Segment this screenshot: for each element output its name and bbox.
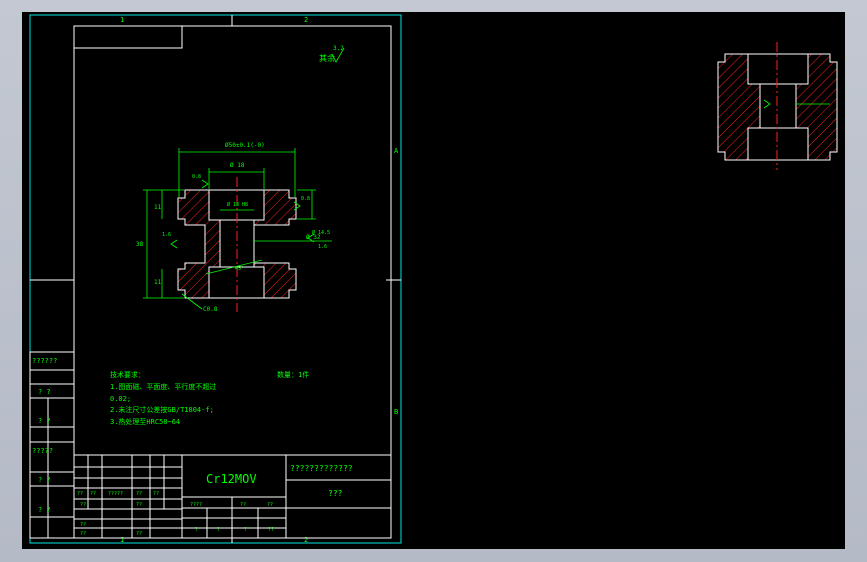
zone-right-a: A xyxy=(394,147,399,155)
dim-right-bore: Ø 14.5 xyxy=(312,229,330,236)
tb-right-r2-c3: ? xyxy=(244,527,247,533)
zone-top-2: 2 xyxy=(304,16,308,24)
tb-r2-c3: ?? xyxy=(136,502,142,508)
note-line-3: 2.未注尺寸公差按GB/T1804-f; xyxy=(110,405,214,414)
dim-left-top: 11 xyxy=(154,204,162,211)
company-label: ????????????? xyxy=(290,464,353,473)
strip-cell-5: ? ? xyxy=(38,476,51,484)
tb-r3-c1: ?? xyxy=(80,522,86,528)
dim-left-bottom: 11 xyxy=(154,279,162,286)
strip-cell-3: ? ? xyxy=(38,417,51,425)
part-preview xyxy=(717,42,838,170)
strip-cell-4: ????? xyxy=(32,447,53,455)
technical-notes: 技术要求： 数量：1件 1.图面磁、平面度、平行度不超过 0.02; 2.未注尺… xyxy=(110,370,309,426)
strip-cell-6: ? ? xyxy=(38,506,51,514)
note-line-2: 0.02; xyxy=(110,395,131,403)
tb-r4-c1: ?? xyxy=(80,531,86,537)
tb-r1-c1: ?? xyxy=(77,491,83,497)
tb-r1-c5: ?? xyxy=(153,491,159,497)
notes-quantity: 数量：1件 xyxy=(277,370,309,379)
roughness-symbol: 其余 3.2 xyxy=(319,45,345,63)
zone-top-1: 1 xyxy=(120,16,124,24)
rough-a: 0.8 xyxy=(192,174,201,180)
tb-r1-c3: ????? xyxy=(108,491,123,497)
tb-r1-c4: ?? xyxy=(136,491,142,497)
tb-right-r2-c1: ? xyxy=(195,527,198,533)
note-line-4: 3.热处理至HRC58~64 xyxy=(110,417,180,426)
tb-r4-c4: ?? xyxy=(136,531,142,537)
dim-top-overall: Ø50±0.1(-0) xyxy=(225,142,265,149)
tb-right-r1-c2: ?? xyxy=(240,502,246,508)
zone-bottom-2: 2 xyxy=(304,536,308,544)
rough-d: 1.6 xyxy=(318,244,327,250)
part-section-view: Ø50±0.1(-0) Ø 18 Ø 18 H8 Ø 32 Ø 14.5 38 … xyxy=(136,142,332,313)
rough-b: 1.6 xyxy=(162,232,171,238)
part-name-label: ??? xyxy=(328,489,343,498)
strip-cell-1: ?????? xyxy=(32,357,57,365)
dim-angle: 45° xyxy=(235,266,244,272)
tb-right-r1-c1: ???? xyxy=(190,502,202,508)
material-label: Cr12MOV xyxy=(206,472,257,486)
rough-c: 0.8 xyxy=(301,196,310,202)
tb-r2-c1: ?? xyxy=(80,502,86,508)
top-left-stamp-box xyxy=(73,25,183,49)
title-block: Cr12MOV ????????????? ??? ?? ?? ????? ??… xyxy=(73,454,392,539)
note-line-1: 1.图面磁、平面度、平行度不超过 xyxy=(110,382,216,391)
dim-top-inner: Ø 18 xyxy=(230,162,245,169)
zone-bottom-1: 1 xyxy=(120,536,124,544)
zone-right-b: B xyxy=(394,408,398,416)
tb-right-r1-c3: ?? xyxy=(267,502,273,508)
notes-title: 技术要求： xyxy=(110,370,145,379)
dim-mid-inner: Ø 18 H8 xyxy=(227,201,248,208)
cad-drawing: 1 2 1 2 A B ?????? ? ? ? ? ????? ? ? ? ? xyxy=(29,14,838,544)
strip-cell-2: ? ? xyxy=(38,388,51,396)
left-binding-strip: ?????? ? ? ? ? ????? ? ? ? ? xyxy=(29,351,75,539)
tb-right-r2-c2: ? xyxy=(217,527,220,533)
tb-r1-c2: ?? xyxy=(90,491,96,497)
dim-left-height: 38 xyxy=(136,241,144,248)
dim-chamfer: C0.8 xyxy=(203,306,218,313)
tb-right-r2-c4: ?? xyxy=(268,527,274,533)
cad-viewport[interactable]: 1 2 1 2 A B ?????? ? ? ? ? ????? ? ? ? ? xyxy=(22,12,845,549)
